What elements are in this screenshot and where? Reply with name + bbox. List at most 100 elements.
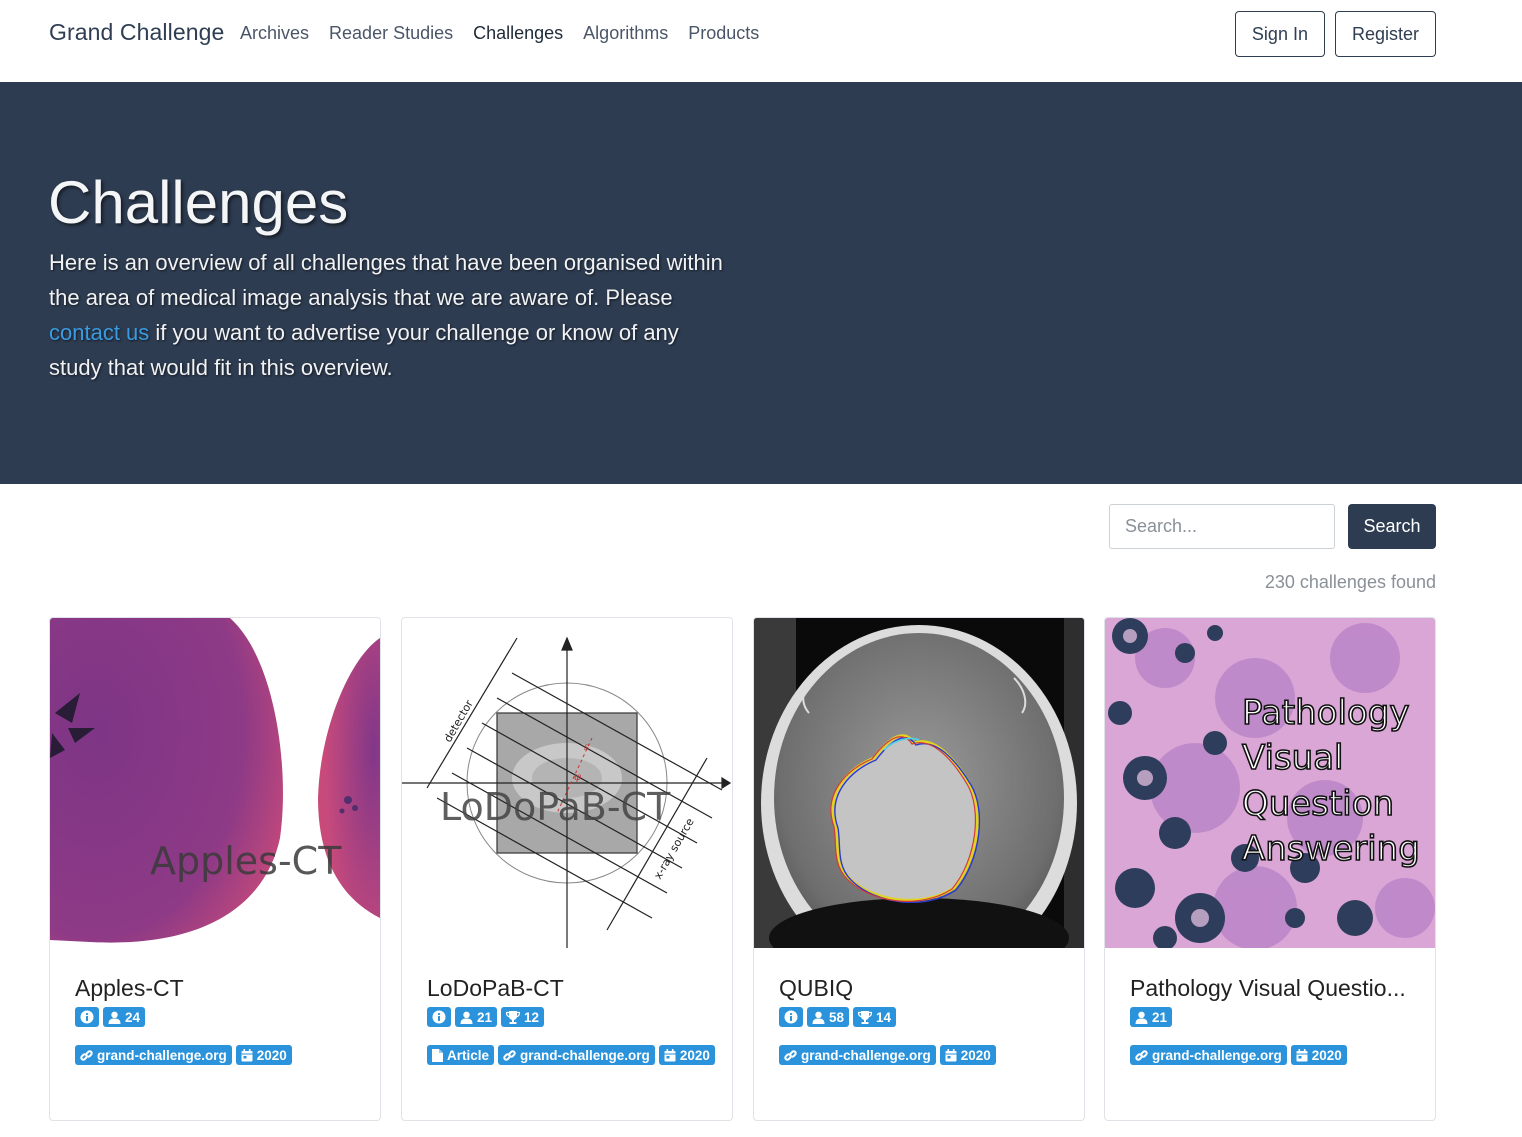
year-text: 2020	[679, 1047, 710, 1063]
pathology-image-line3: Question	[1242, 784, 1394, 824]
info-badge[interactable]	[427, 1007, 451, 1027]
hero-description: Here is an overview of all challenges th…	[49, 245, 729, 385]
card-image[interactable]	[754, 618, 1084, 948]
card-title[interactable]: LoDoPaB-CT	[427, 975, 564, 1002]
badge-row-meta: grand-challenge.org 2020	[1130, 1045, 1420, 1073]
badge-row-meta: grand-challenge.org 2020	[75, 1045, 365, 1073]
card-image[interactable]: s φ detector x-ray source LoDoPaB-CT	[402, 618, 732, 948]
challenge-card-pathology-vqa[interactable]: Pathology Visual Question Answering Path…	[1104, 617, 1436, 1121]
card-image[interactable]: Pathology Visual Question Answering	[1105, 618, 1435, 948]
info-badge[interactable]	[779, 1007, 803, 1027]
participants-badge[interactable]: 24	[103, 1007, 146, 1027]
card-image[interactable]: Apples-CT	[50, 618, 380, 948]
result-count: 230 challenges found	[1264, 572, 1436, 592]
info-badge[interactable]	[75, 1007, 99, 1027]
navbar: Grand Challenge Archives Reader Studies …	[0, 0, 1522, 82]
info-icon	[432, 1010, 446, 1024]
hero-banner: Challenges Here is an overview of all ch…	[0, 82, 1522, 484]
user-icon	[108, 1011, 121, 1024]
badge-row-stats: 58 14	[779, 1007, 1069, 1035]
badge-row-stats: 21	[1130, 1007, 1420, 1035]
results-badge[interactable]: 12	[501, 1007, 545, 1027]
card-title[interactable]: Pathology Visual Questio...	[1130, 975, 1406, 1002]
phi-label: φ	[574, 772, 581, 783]
nav-link-challenges[interactable]: Challenges	[473, 23, 563, 44]
website-text: grand-challenge.org	[801, 1047, 931, 1063]
apples-ct-image-label: Apples-CT	[150, 839, 342, 883]
apples-ct-image: Apples-CT	[50, 618, 380, 948]
badge-row-stats: 24	[75, 1007, 365, 1035]
year-text: 2020	[256, 1047, 287, 1063]
year-text: 2020	[1311, 1047, 1342, 1063]
participants-count: 21	[477, 1009, 493, 1025]
nav-link-products[interactable]: Products	[688, 23, 759, 44]
nav-link-archives[interactable]: Archives	[240, 23, 309, 44]
website-text: grand-challenge.org	[520, 1047, 650, 1063]
qubiq-image	[754, 618, 1084, 948]
trophy-icon	[506, 1010, 521, 1024]
results-count: 14	[876, 1009, 892, 1025]
register-button[interactable]: Register	[1334, 11, 1436, 57]
challenge-card-apples-ct[interactable]: Apples-CT Apples-CT 24 grand-challenge.o…	[49, 617, 381, 1121]
participants-count: 21	[1152, 1009, 1168, 1025]
year-badge[interactable]: 2020	[658, 1045, 715, 1065]
badge-row-stats: 21 12	[427, 1007, 717, 1035]
calendar-icon	[945, 1048, 957, 1061]
year-text: 2020	[960, 1047, 991, 1063]
link-icon	[784, 1049, 797, 1061]
info-icon	[80, 1010, 94, 1024]
card-title[interactable]: QUBIQ	[779, 975, 853, 1002]
search-button[interactable]: Search	[1348, 504, 1436, 549]
website-badge[interactable]: grand-challenge.org	[75, 1045, 232, 1065]
calendar-icon	[664, 1048, 676, 1061]
hero-text-before: Here is an overview of all challenges th…	[49, 250, 723, 310]
year-badge[interactable]: 2020	[939, 1045, 996, 1065]
article-text: Article	[447, 1047, 490, 1063]
nav-link-algorithms[interactable]: Algorithms	[583, 23, 668, 44]
calendar-icon	[241, 1048, 253, 1061]
file-icon	[432, 1048, 443, 1062]
participants-count: 58	[829, 1009, 845, 1025]
link-icon	[503, 1049, 516, 1061]
pathology-image-line2: Visual	[1242, 738, 1344, 778]
participants-badge[interactable]: 21	[1130, 1007, 1173, 1027]
badge-row-meta: Article grand-challenge.org 2020	[427, 1045, 717, 1073]
participants-badge[interactable]: 21	[455, 1007, 498, 1027]
results-badge[interactable]: 14	[853, 1007, 897, 1027]
challenge-card-qubiq[interactable]: QUBIQ 58 14 grand-challenge.org 2020	[753, 617, 1085, 1121]
website-text: grand-challenge.org	[97, 1047, 227, 1063]
website-badge[interactable]: grand-challenge.org	[779, 1045, 936, 1065]
user-icon	[460, 1011, 473, 1024]
auth-buttons: Sign In Register	[1234, 11, 1436, 57]
contact-us-link[interactable]: contact us	[49, 320, 149, 345]
results-count: 12	[524, 1009, 540, 1025]
user-icon	[812, 1011, 825, 1024]
lodopab-ct-image: s φ detector x-ray source LoDoPaB-CT	[402, 618, 732, 948]
year-badge[interactable]: 2020	[1290, 1045, 1347, 1065]
search-input[interactable]	[1109, 504, 1335, 549]
brand-logo[interactable]: Grand Challenge	[49, 19, 224, 46]
user-icon	[1135, 1011, 1148, 1024]
participants-badge[interactable]: 58	[807, 1007, 850, 1027]
pathology-image-line4: Answering	[1242, 829, 1420, 869]
trophy-icon	[858, 1010, 873, 1024]
info-icon	[784, 1010, 798, 1024]
pathology-vqa-image: Pathology Visual Question Answering	[1105, 618, 1435, 948]
card-title[interactable]: Apples-CT	[75, 975, 184, 1002]
sign-in-button[interactable]: Sign In	[1234, 11, 1325, 57]
calendar-icon	[1296, 1048, 1308, 1061]
nav-link-reader-studies[interactable]: Reader Studies	[329, 23, 453, 44]
badge-row-meta: grand-challenge.org 2020	[779, 1045, 1069, 1073]
website-badge[interactable]: grand-challenge.org	[1130, 1045, 1287, 1065]
nav-links: Archives Reader Studies Challenges Algor…	[240, 23, 779, 44]
website-badge[interactable]: grand-challenge.org	[498, 1045, 655, 1065]
year-badge[interactable]: 2020	[235, 1045, 292, 1065]
s-label: s	[584, 742, 589, 753]
page-title: Challenges	[48, 169, 349, 236]
challenge-card-lodopab-ct[interactable]: s φ detector x-ray source LoDoPaB-CT LoD…	[401, 617, 733, 1121]
participants-count: 24	[125, 1009, 141, 1025]
website-text: grand-challenge.org	[1152, 1047, 1282, 1063]
link-icon	[1135, 1049, 1148, 1061]
article-badge[interactable]: Article	[427, 1045, 495, 1065]
lodopab-ct-image-label: LoDoPaB-CT	[440, 785, 671, 829]
